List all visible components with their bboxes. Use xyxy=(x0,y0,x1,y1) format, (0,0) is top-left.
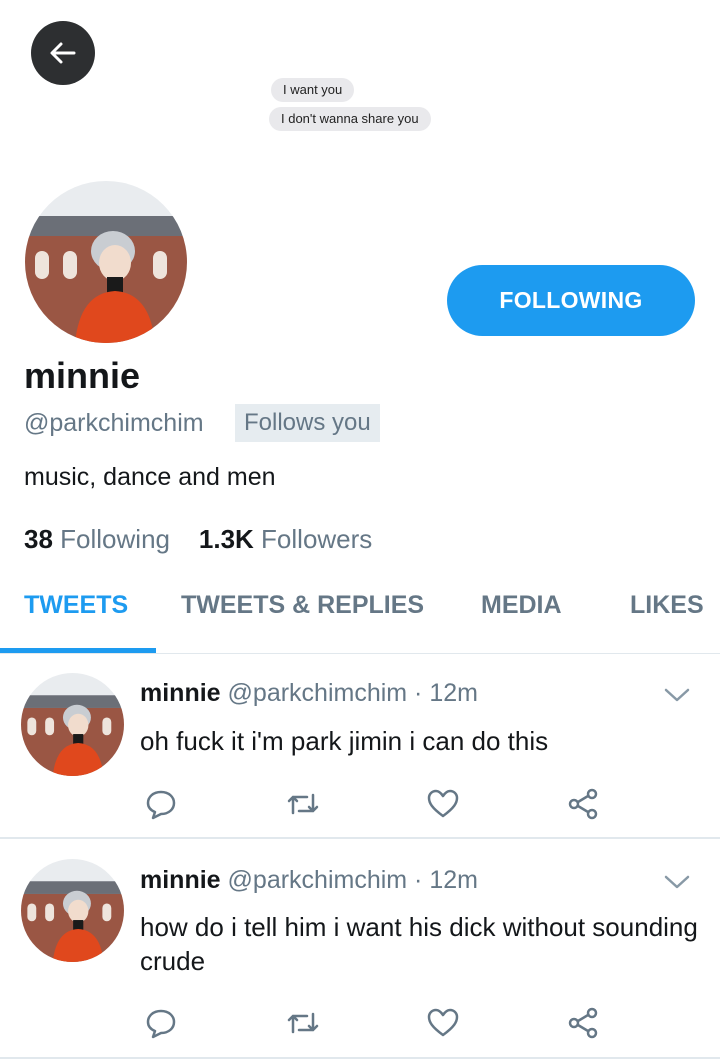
tweet-avatar[interactable] xyxy=(21,673,124,776)
tab-tweets[interactable]: TWEETS xyxy=(24,591,128,620)
followers-stat[interactable]: 1.3K Followers xyxy=(199,524,372,554)
profile-handle: @parkchimchim xyxy=(24,409,204,437)
chat-bubble: I don't wanna share you xyxy=(269,107,431,131)
reply-icon xyxy=(146,1009,176,1039)
tweet-text: oh fuck it i'm park jimin i can do this xyxy=(140,726,549,756)
share-icon xyxy=(568,788,598,820)
follows-you-badge: Follows you xyxy=(235,404,380,442)
following-count: 38 xyxy=(24,524,53,554)
retweet-button[interactable] xyxy=(283,1003,323,1043)
followers-label: Followers xyxy=(261,524,373,554)
retweet-icon xyxy=(287,1012,319,1034)
like-button[interactable] xyxy=(423,1003,463,1043)
tweet-meta: @parkchimchim · 12m xyxy=(227,866,478,894)
tab-tweets-replies[interactable]: TWEETS & REPLIES xyxy=(181,591,424,620)
tab-likes[interactable]: LIKES xyxy=(630,591,704,620)
tweet-divider xyxy=(0,1057,720,1059)
tweet-text: how do i tell him i want his dick withou… xyxy=(140,912,698,976)
like-icon xyxy=(427,789,459,818)
tweet-menu-button[interactable] xyxy=(662,872,692,897)
reply-icon xyxy=(146,790,176,820)
following-label: Following xyxy=(60,524,170,554)
tweet-header: minnie @parkchimchim · 12m xyxy=(140,679,478,708)
profile-avatar[interactable] xyxy=(22,178,190,346)
tweet-divider xyxy=(0,837,720,839)
back-button[interactable] xyxy=(31,21,95,85)
chevron-down-icon xyxy=(664,688,690,702)
tweet-author-name[interactable]: minnie xyxy=(140,679,221,707)
profile-stats: 38 Following 1.3K Followers xyxy=(24,524,372,555)
tweet-menu-button[interactable] xyxy=(662,685,692,710)
chat-bubble: I want you xyxy=(271,78,355,102)
profile-bio: music, dance and men xyxy=(24,463,276,491)
tweet-header: minnie @parkchimchim · 12m xyxy=(140,866,478,895)
following-button[interactable]: FOLLOWING xyxy=(447,265,695,336)
back-arrow-icon xyxy=(50,42,76,64)
retweet-icon xyxy=(287,793,319,815)
share-button[interactable] xyxy=(563,1003,603,1043)
tab-divider xyxy=(0,653,720,654)
tweet-meta: @parkchimchim · 12m xyxy=(227,679,478,707)
reply-button[interactable] xyxy=(141,784,181,824)
tweet-author-name[interactable]: minnie xyxy=(140,866,221,894)
followers-count: 1.3K xyxy=(198,524,254,554)
following-stat[interactable]: 38 Following xyxy=(24,524,170,554)
chevron-down-icon xyxy=(664,875,690,889)
tweet-avatar[interactable] xyxy=(21,859,124,962)
share-button[interactable] xyxy=(563,784,603,824)
tab-media[interactable]: MEDIA xyxy=(481,591,562,620)
share-icon xyxy=(568,1007,598,1039)
profile-name: minnie xyxy=(24,355,141,396)
like-icon xyxy=(427,1008,459,1037)
like-button[interactable] xyxy=(423,784,463,824)
reply-button[interactable] xyxy=(141,1003,181,1043)
retweet-button[interactable] xyxy=(283,784,323,824)
